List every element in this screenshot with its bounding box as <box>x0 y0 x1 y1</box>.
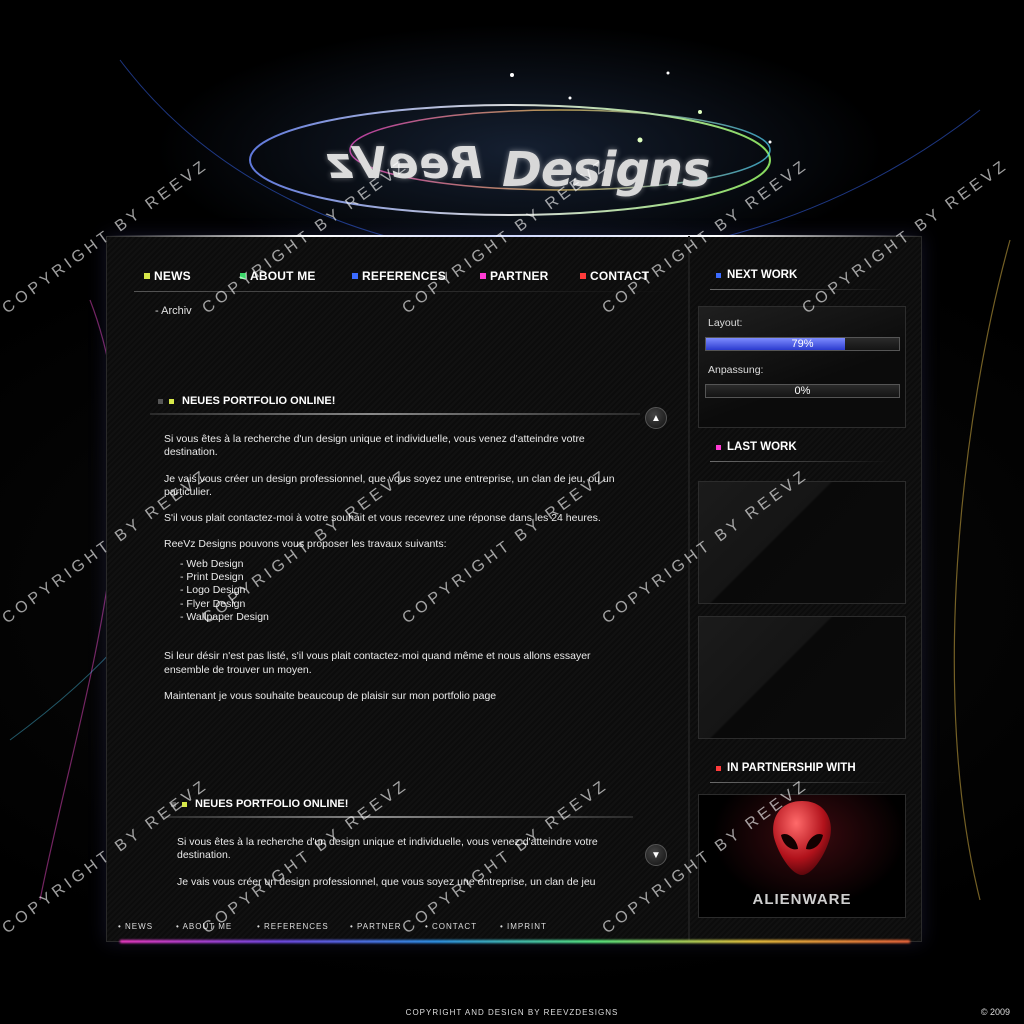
nav-contact-label: CONTACT <box>590 269 650 283</box>
alien-head-icon <box>773 801 831 875</box>
article-1-paragraph: Je vais vous créer un design professionn… <box>164 472 615 498</box>
nav-marker-icon <box>144 273 150 279</box>
last-work-header: LAST WORK <box>716 441 797 453</box>
footer-link-news[interactable]: • NEWS <box>118 922 153 931</box>
next-work-header: NEXT WORK <box>716 269 797 281</box>
section-marker-icon <box>716 765 721 771</box>
scroll-down-icon[interactable]: ▼ <box>645 844 667 866</box>
footer-copyright: COPYRIGHT AND DESIGN BY REEVZDESIGNS <box>405 1008 619 1017</box>
main-nav: NEWS ABOUT ME REFERENCES PARTNER CONTACT <box>134 262 674 292</box>
article-2-viewport: Si vous êtes à la recherche d'un design … <box>160 790 630 887</box>
anpassung-progress-value: 0% <box>794 385 811 397</box>
last-work-thumbnail[interactable] <box>698 616 906 739</box>
article-1-paragraph: ReeVz Designs pouvons vous proposer les … <box>164 538 447 551</box>
layout-progress-label: Layout: <box>708 317 743 329</box>
article-1-body: Si vous êtes à la recherche d'un design … <box>164 433 616 716</box>
nav-partner-label: PARTNER <box>490 269 549 283</box>
list-item: - Flyer Design <box>180 597 246 610</box>
article-1-title: NEUES PORTFOLIO ONLINE! <box>182 395 336 407</box>
sidebar-divider <box>688 236 690 942</box>
nav-news[interactable]: NEWS <box>144 269 191 283</box>
anpassung-progress-bar: 0% <box>705 384 900 398</box>
article-dots-icon <box>158 398 174 404</box>
article-2-paragraph: Si vous êtes à la recherche d'un design … <box>177 836 598 862</box>
layout-progress-bar: 79% <box>705 337 900 351</box>
article-1-paragraph: S'il vous plait contactez-moi à votre so… <box>164 512 601 525</box>
nav-marker-icon <box>580 273 586 279</box>
archive-link[interactable]: - Archiv <box>155 305 192 317</box>
next-work-line <box>710 289 890 290</box>
section-marker-icon <box>716 444 721 450</box>
anpassung-progress-label: Anpassung: <box>708 364 764 376</box>
partner-name: ALIENWARE <box>752 891 852 908</box>
article-1-paragraph: Maintenant je vous souhaite beaucoup de … <box>164 689 497 702</box>
nav-marker-icon <box>240 273 246 279</box>
nav-marker-icon <box>352 273 358 279</box>
nav-about-me-label: ABOUT ME <box>250 269 316 283</box>
nav-underline <box>134 291 674 292</box>
article-1-header-line <box>150 413 640 415</box>
footer-year: © 2009 <box>980 1007 1010 1017</box>
section-marker-icon <box>716 272 721 278</box>
list-item: - Web Design <box>180 557 244 570</box>
footer-link-references[interactable]: • REFERENCES <box>257 922 329 931</box>
partnership-title: IN PARTNERSHIP WITH <box>727 762 856 774</box>
layout-progress-value: 79% <box>791 338 814 350</box>
nav-marker-icon <box>480 273 486 279</box>
partnership-header: IN PARTNERSHIP WITH <box>716 762 856 774</box>
partner-banner[interactable]: ALIENWARE <box>698 794 906 918</box>
article-1-paragraph: Si vous êtes à la recherche d'un design … <box>164 433 585 459</box>
partnership-line <box>710 782 890 783</box>
nav-about-me[interactable]: ABOUT ME <box>240 269 316 283</box>
footer-link-partner[interactable]: • PARTNER <box>350 922 402 931</box>
nav-partner[interactable]: PARTNER <box>480 269 549 283</box>
nav-news-label: NEWS <box>154 269 191 283</box>
article-2-paragraph: Je vais vous créer un design professionn… <box>177 875 596 887</box>
logo-designs-text: Designs <box>502 142 711 198</box>
panel-top-highlight <box>106 235 922 237</box>
panel-bottom-glow <box>120 940 910 943</box>
logo-mirror-text: ReeVz <box>326 138 483 189</box>
next-work-title: NEXT WORK <box>727 269 798 281</box>
last-work-thumbnail[interactable] <box>698 481 906 604</box>
scroll-up-icon[interactable]: ▲ <box>645 407 667 429</box>
nav-references-label: REFERENCES <box>362 269 447 283</box>
list-item: - Logo Design <box>180 584 246 597</box>
footer-link-contact[interactable]: • CONTACT <box>425 922 477 931</box>
article-1-header: NEUES PORTFOLIO ONLINE! <box>150 388 335 414</box>
last-work-title: LAST WORK <box>727 441 797 453</box>
site-logo[interactable]: ReeVz Designs <box>320 120 711 210</box>
footer-link-about-me[interactable]: • ABOUT ME <box>176 922 232 931</box>
article-1-paragraph: Si leur désir n'est pas listé, s'il vous… <box>164 650 591 676</box>
last-work-line <box>710 461 890 462</box>
list-item: - Print Design <box>180 571 244 584</box>
services-list: - Web Design - Print Design - Logo Desig… <box>180 558 616 624</box>
nav-contact[interactable]: CONTACT <box>580 269 649 283</box>
article-2-body: Si vous êtes à la recherche d'un design … <box>177 836 617 887</box>
list-item: - Wallpaper Design <box>180 610 269 623</box>
nav-references[interactable]: REFERENCES <box>352 269 446 283</box>
footer-link-imprint[interactable]: • IMPRINT <box>500 922 547 931</box>
